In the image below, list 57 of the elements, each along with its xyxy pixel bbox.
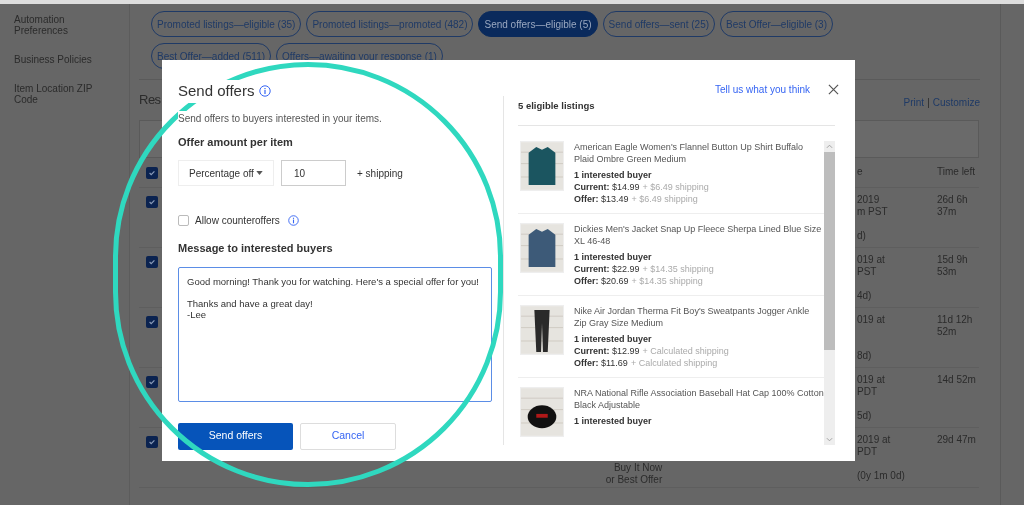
listing-title[interactable]: NRA National Rifle Association Baseball Hat Cap 100% Cotton Black Adjustable: [574, 387, 824, 412]
buyer-count: 1 interested buyer: [574, 169, 653, 182]
caret-icon: [256, 171, 263, 175]
offer-type-dropdown[interactable]: Percentage off: [178, 160, 274, 186]
info-icon[interactable]: [287, 215, 299, 226]
shipping-cost: + $14.35 shipping: [642, 263, 714, 276]
close-icon[interactable]: [828, 84, 839, 95]
shipping-cost: + Calculated shipping: [642, 345, 729, 358]
check-icon: [148, 197, 156, 206]
amount-field[interactable]: 10: [281, 160, 346, 186]
table-cell-text: 11d 12h 52m: [937, 313, 974, 339]
filter-chip[interactable]: Send offers—eligible (5): [478, 11, 598, 37]
section-heading: Res: [139, 91, 161, 109]
check-icon: [148, 377, 156, 386]
table-cell-text: 14d 52m: [937, 373, 977, 387]
checkbox[interactable]: [146, 435, 158, 448]
checkbox[interactable]: [146, 315, 158, 328]
shipping-cost: + Calculated shipping: [630, 357, 718, 370]
current-price: Current: $14.99: [574, 181, 640, 194]
checkbox[interactable]: [146, 375, 158, 388]
listing-title[interactable]: American Eagle Women's Flannel Button Up Shirt Buffalo Plaid Ombre Green Medium: [574, 141, 824, 166]
shipping-cost: + $14.35 shipping: [631, 275, 703, 288]
checkbox[interactable]: [146, 255, 158, 268]
buyer-count: 1 interested buyer: [574, 333, 653, 346]
buyer-count: 1 interested buyer: [574, 251, 653, 264]
offer-price: Offer: $11.69: [574, 357, 628, 370]
offer-price: Offer: $20.69: [574, 275, 629, 288]
shipping-label: + shipping: [357, 166, 403, 181]
current-price: Current: $12.99: [574, 345, 640, 358]
cancel-button[interactable]: Cancel: [300, 422, 396, 450]
check-icon: [148, 437, 156, 446]
shipping-cost: + $6.49 shipping: [642, 181, 709, 194]
message-field[interactable]: Good morning! Thank you for watching. Here's a special offer for you! Thanks and have a great day! -Lee: [178, 266, 492, 402]
separator: |: [927, 95, 930, 110]
checkbox[interactable]: [178, 215, 189, 226]
current-price: Current: $22.99: [574, 263, 640, 276]
checkbox[interactable]: [146, 195, 158, 208]
check-icon: [148, 257, 156, 266]
check-icon: [148, 317, 156, 326]
dialog-title: Send offers: [178, 80, 255, 103]
listings-count: 5 eligible listings: [518, 99, 596, 113]
section-label: Message to interested buyers: [178, 241, 334, 256]
shipping-cost: + $6.49 shipping: [631, 193, 698, 206]
send-offers-button[interactable]: Send offers: [178, 422, 293, 450]
section-label: Offer amount per item: [178, 134, 294, 150]
listing-title[interactable]: Nike Air Jordan Therma Fit Boy's Sweatpants Jogger Ankle Zip Gray Size Medium: [574, 305, 824, 330]
subtitle: Send offers to buyers interested in your items.: [178, 110, 382, 126]
offer-price: Offer: $13.49: [574, 193, 629, 206]
buyer-count: 1 interested buyer: [574, 415, 653, 428]
info-icon[interactable]: [259, 85, 272, 98]
listing-title[interactable]: Dickies Men's Jacket Snap Up Fleece Sherpa Lined Blue Size XL 46-48: [574, 223, 824, 248]
checkbox-label: Allow counteroffers: [195, 214, 280, 228]
feedback-link[interactable]: Tell us what you think: [714, 82, 810, 97]
table-cell-text: e: [857, 166, 864, 178]
table-cell-text: 26d 6h 37m: [937, 193, 969, 219]
check-icon: [148, 169, 156, 177]
checkbox[interactable]: [146, 167, 158, 179]
